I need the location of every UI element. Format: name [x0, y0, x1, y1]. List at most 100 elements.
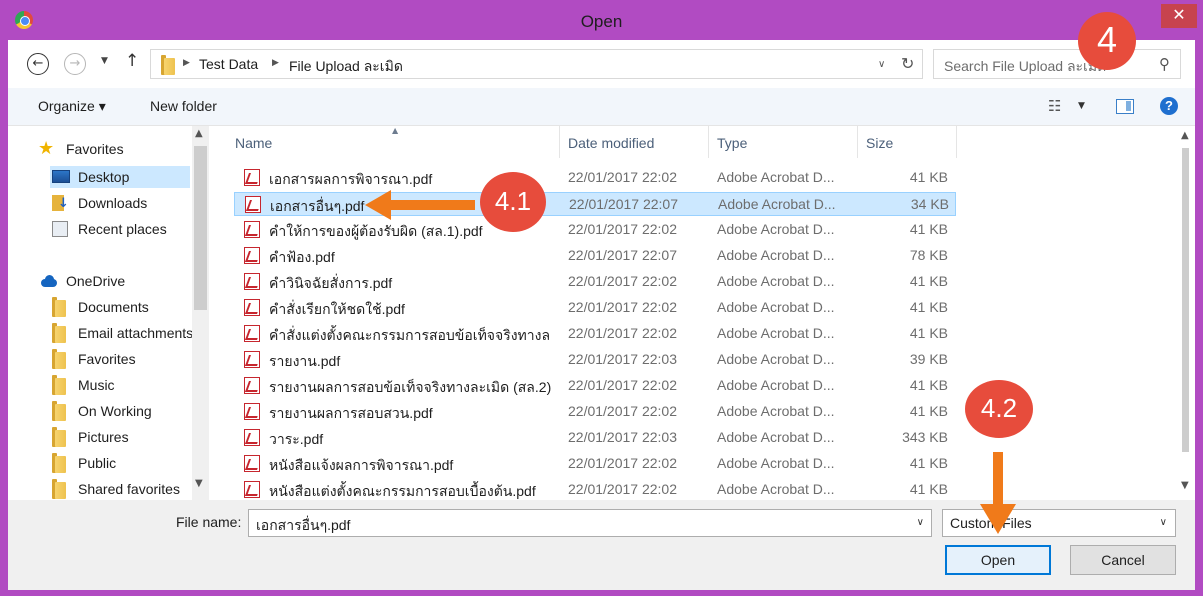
- file-row[interactable]: รายงานผลการสอบข้อเท็จจริงทางละเมิด (สล.2…: [234, 374, 956, 398]
- scroll-up-icon[interactable]: ▲: [1181, 130, 1189, 141]
- chevron-down-icon[interactable]: ∨: [917, 517, 924, 528]
- nav-item-email-attachments[interactable]: Email attachments: [50, 322, 192, 344]
- onedrive-cloud-icon: [38, 275, 58, 287]
- chevron-down-icon[interactable]: ∨: [1160, 517, 1167, 528]
- column-headers: ▲ Name Date modified Type Size: [216, 126, 1181, 160]
- address-dropdown-icon[interactable]: ∨: [878, 59, 885, 70]
- pdf-file-icon: [244, 377, 260, 394]
- navigation-pane: ★ Favorites Desktop Downloads Recent pla…: [8, 126, 210, 500]
- file-row[interactable]: รายงาน.pdf 22/01/2017 22:03 Adobe Acroba…: [234, 348, 956, 372]
- nav-item-recent-places[interactable]: Recent places: [50, 218, 210, 240]
- column-divider[interactable]: [857, 126, 858, 158]
- star-icon: ★: [38, 138, 55, 159]
- pdf-file-icon: [244, 403, 260, 420]
- file-row[interactable]: หนังสือแต่งตั้งคณะกรรมการสอบเบื้องต้น.pd…: [234, 478, 956, 500]
- column-divider[interactable]: [559, 126, 560, 158]
- file-list-scrollbar[interactable]: ▲ ▼: [1177, 126, 1195, 500]
- file-row[interactable]: คำสั่งแต่งตั้งคณะกรรมการสอบข้อเท็จจริงทา…: [234, 322, 956, 346]
- file-row[interactable]: คำให้การของผู้ต้องรับผิด (สล.1).pdf 22/0…: [234, 218, 956, 242]
- window-title: Open: [580, 12, 623, 31]
- pdf-file-icon: [245, 196, 261, 213]
- up-folder-button[interactable]: ↑: [125, 51, 139, 71]
- pdf-file-icon: [244, 221, 260, 238]
- step-4-1-annotation: 4.1: [480, 172, 546, 232]
- cancel-button[interactable]: Cancel: [1070, 545, 1176, 575]
- file-row[interactable]: คำสั่งเรียกให้ชดใช้.pdf 22/01/2017 22:02…: [234, 296, 956, 320]
- nav-item-desktop[interactable]: Desktop: [50, 166, 190, 188]
- open-button[interactable]: Open: [945, 545, 1051, 575]
- file-row[interactable]: หนังสือแจ้งผลการพิจารณา.pdf 22/01/2017 2…: [234, 452, 956, 476]
- scroll-down-icon[interactable]: ▼: [1181, 480, 1189, 491]
- nav-item-music[interactable]: Music: [50, 374, 192, 396]
- scrollbar-thumb[interactable]: [1182, 148, 1189, 452]
- file-name-label: File name:: [176, 514, 242, 530]
- breadcrumb-test-data[interactable]: Test Data: [199, 56, 258, 72]
- folder-icon: [52, 479, 66, 499]
- step-4-1-arrow: [365, 190, 475, 220]
- file-row[interactable]: คำวินิจฉัยสั่งการ.pdf 22/01/2017 22:02 A…: [234, 270, 956, 294]
- nav-item-favorites[interactable]: Favorites: [50, 348, 192, 370]
- dialog-footer: File name: เอกสารอื่นๆ.pdf ∨ Custom File…: [8, 500, 1195, 590]
- view-options-dropdown[interactable]: ▼: [1078, 101, 1085, 111]
- nav-item-public[interactable]: Public: [50, 452, 192, 474]
- nav-onedrive-header[interactable]: OneDrive: [38, 270, 198, 292]
- file-row[interactable]: คำฟ้อง.pdf 22/01/2017 22:07 Adobe Acroba…: [234, 244, 956, 268]
- new-folder-button[interactable]: New folder: [150, 98, 217, 114]
- nav-item-shared-favorites[interactable]: Shared favorites: [50, 478, 192, 500]
- file-row[interactable]: วาระ.pdf 22/01/2017 22:03 Adobe Acrobat …: [234, 426, 956, 450]
- desktop-icon: [52, 170, 70, 183]
- pdf-file-icon: [244, 273, 260, 290]
- column-header-date-modified[interactable]: Date modified: [568, 135, 654, 151]
- column-header-name[interactable]: Name: [235, 135, 272, 151]
- file-name-input[interactable]: เอกสารอื่นๆ.pdf ∨: [248, 509, 932, 537]
- breadcrumb-separator[interactable]: ▶: [272, 58, 279, 68]
- forward-button[interactable]: →: [64, 53, 86, 75]
- title-bar[interactable]: Open ✕: [0, 0, 1203, 40]
- file-row[interactable]: เอกสารผลการพิจารณา.pdf 22/01/2017 22:02 …: [234, 166, 956, 190]
- dialog-client-area: ← → ▼ ↑ ▶ Test Data ▶ File Upload ละเมิด…: [8, 40, 1195, 590]
- pdf-file-icon: [244, 455, 260, 472]
- nav-item-on-working[interactable]: On Working: [50, 400, 192, 422]
- scrollbar-thumb[interactable]: [194, 146, 207, 310]
- file-list-pane: ▲ Name Date modified Type Size เอกสารผลก…: [216, 126, 1195, 500]
- search-placeholder: Search File Upload ละเมิด: [944, 58, 1107, 74]
- nav-item-pictures[interactable]: Pictures: [50, 426, 192, 448]
- search-input[interactable]: Search File Upload ละเมิด ⚲: [933, 49, 1181, 79]
- nav-item-downloads[interactable]: Downloads: [50, 192, 210, 214]
- step-4-2-arrow: [980, 452, 1016, 534]
- folder-icon: [52, 401, 66, 421]
- preview-pane-icon[interactable]: [1116, 99, 1134, 114]
- refresh-icon[interactable]: ↻: [901, 54, 914, 73]
- scroll-up-icon[interactable]: ▲: [195, 128, 203, 139]
- nav-pane-scrollbar[interactable]: ▲ ▼: [192, 126, 209, 500]
- folder-icon: [161, 55, 175, 75]
- nav-item-documents[interactable]: Documents: [50, 296, 192, 318]
- step-4-annotation: 4: [1078, 12, 1136, 70]
- breadcrumb-file-upload[interactable]: File Upload ละเมิด: [289, 56, 403, 78]
- pdf-file-icon: [244, 351, 260, 368]
- downloads-icon: [52, 195, 69, 211]
- back-button[interactable]: ←: [27, 53, 49, 75]
- recent-locations-dropdown[interactable]: ▼: [101, 56, 108, 66]
- search-icon[interactable]: ⚲: [1159, 55, 1170, 73]
- breadcrumb-separator[interactable]: ▶: [183, 58, 190, 68]
- recent-places-icon: [52, 221, 68, 237]
- help-icon[interactable]: ?: [1160, 97, 1178, 115]
- file-row-selected[interactable]: เอกสารอื่นๆ.pdf 22/01/2017 22:07 Adobe A…: [234, 192, 956, 216]
- address-bar[interactable]: ▶ Test Data ▶ File Upload ละเมิด ∨ ↻: [150, 49, 923, 79]
- column-divider[interactable]: [708, 126, 709, 158]
- file-name-value: เอกสารอื่นๆ.pdf: [256, 517, 351, 533]
- column-header-type[interactable]: Type: [717, 135, 747, 151]
- scroll-down-icon[interactable]: ▼: [195, 478, 203, 489]
- nav-favorites-header[interactable]: ★ Favorites: [38, 138, 198, 160]
- command-toolbar: Organize ▾ New folder ☷ ▼ ?: [8, 88, 1195, 126]
- column-divider[interactable]: [956, 126, 957, 158]
- change-view-icon[interactable]: ☷: [1048, 97, 1061, 115]
- column-header-size[interactable]: Size: [866, 135, 893, 151]
- close-button[interactable]: ✕: [1161, 4, 1197, 28]
- organize-menu-button[interactable]: Organize ▾: [38, 98, 106, 115]
- folder-icon: [52, 427, 66, 447]
- file-type-filter-select[interactable]: Custom Files ∨: [942, 509, 1176, 537]
- pdf-file-icon: [244, 247, 260, 264]
- file-row[interactable]: รายงานผลการสอบสวน.pdf 22/01/2017 22:02 A…: [234, 400, 956, 424]
